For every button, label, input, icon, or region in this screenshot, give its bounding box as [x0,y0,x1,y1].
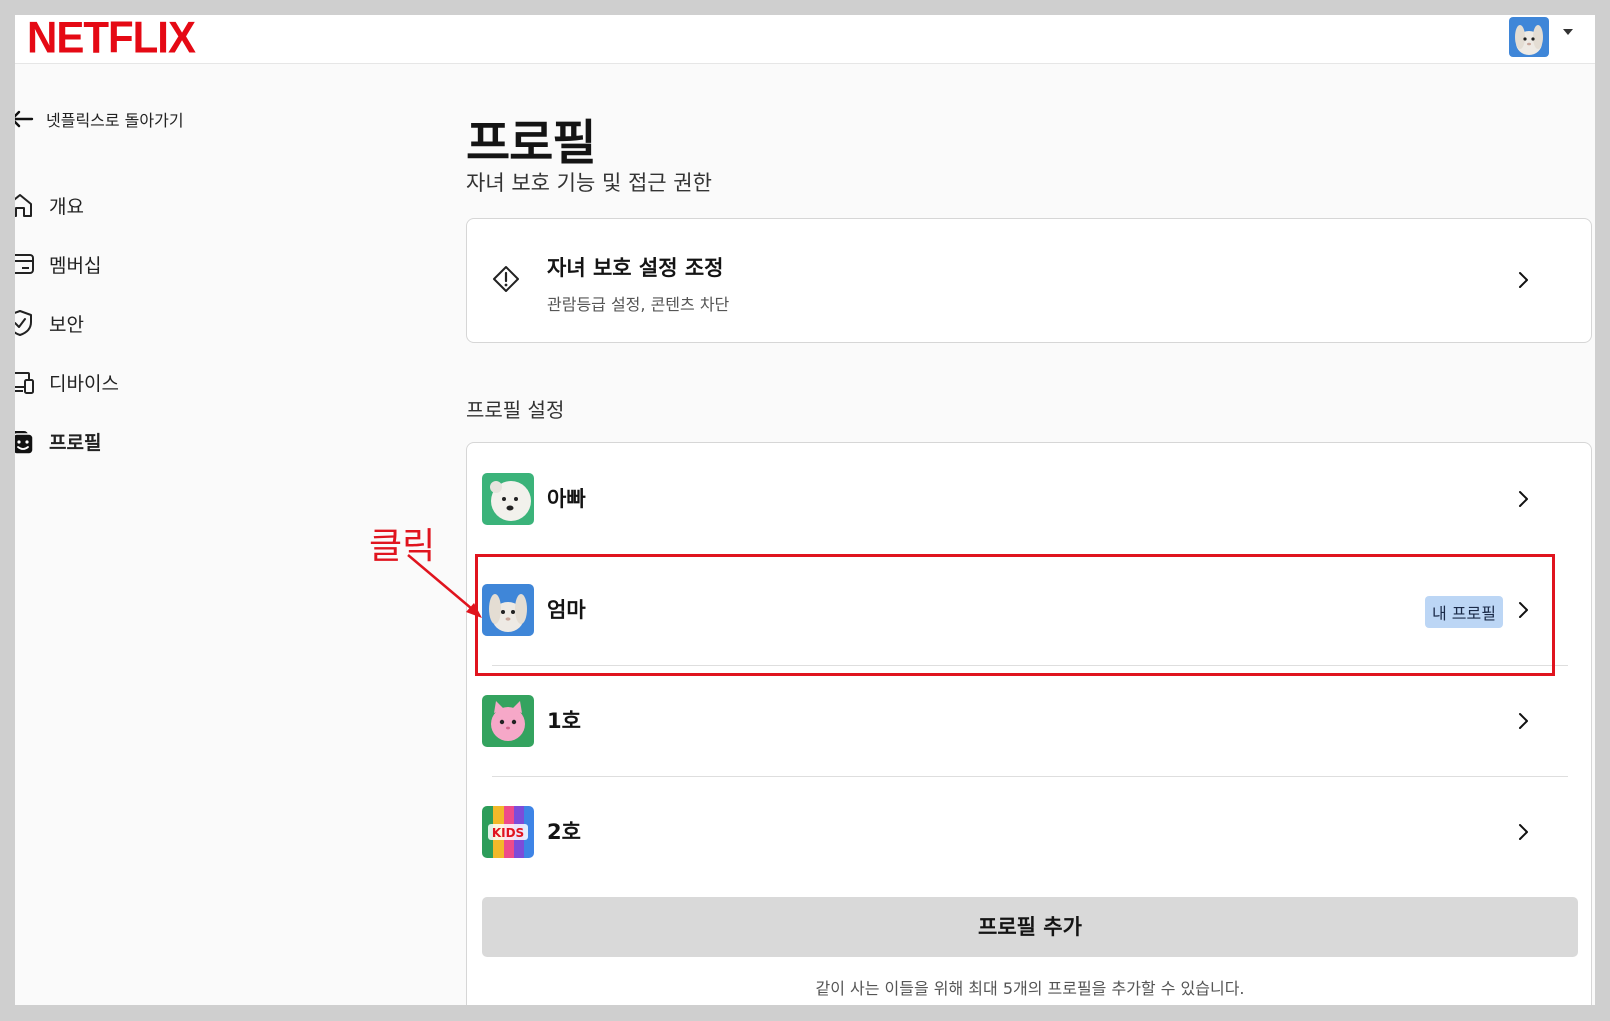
profile-name: 2호 [547,820,581,844]
devices-icon [15,372,34,394]
kids-avatar: KIDS [482,806,534,858]
page-subtitle: 자녀 보호 기능 및 접근 권한 [466,171,712,195]
profile-name: 아빠 [547,487,586,511]
chevron-right-icon [1519,824,1528,840]
back-link-label: 넷플릭스로 돌아가기 [46,111,184,130]
home-icon [15,194,32,217]
profile-row-first[interactable]: 1호 [467,665,1593,777]
bunny-avatar-icon [1509,17,1549,57]
polar-bear-avatar [482,473,534,525]
highlight-box [475,554,1555,676]
parental-controls-card[interactable]: 자녀 보호 설정 조정 관람등급 설정, 콘텐츠 차단 [466,218,1592,343]
account-caret-icon[interactable] [1563,29,1573,35]
add-profile-button[interactable]: 프로필 추가 [482,897,1578,957]
arrow-left-icon [15,110,34,128]
sidebar-item-label: 디바이스 [49,372,119,395]
profile-row-dad[interactable]: 아빠 [467,443,1593,555]
polar-bear-icon [482,473,534,525]
back-to-netflix-link[interactable]: 넷플릭스로 돌아가기 [15,107,184,131]
pink-cat-avatar [482,695,534,747]
sidebar-item-label: 프로필 [49,431,102,454]
sidebar-item-label: 멤버십 [49,254,102,277]
card-icon [15,254,34,274]
warning-octagon-icon [493,266,519,292]
netflix-logo[interactable]: NETFLIX [27,15,196,59]
profiles-card: 아빠 엄마 내 프로필 1호 KIDS 2호 프로필 추가 같이 사는 이들을 … [466,442,1592,1005]
sidebar-item-security[interactable]: 보안 [15,308,84,338]
sidebar-item-membership[interactable]: 멤버십 [15,249,101,279]
sidebar-item-overview[interactable]: 개요 [15,190,84,220]
profile-icon [15,431,34,455]
shield-icon [15,310,32,336]
profile-name: 1호 [547,709,581,733]
chevron-right-icon [1519,713,1528,729]
sidebar-item-label: 개요 [49,195,84,218]
sidebar-item-profiles[interactable]: 프로필 [15,426,101,456]
profile-settings-label: 프로필 설정 [466,398,565,422]
profile-limit-note: 같이 사는 이들을 위해 최대 5개의 프로필을 추가할 수 있습니다. [815,979,1245,998]
chevron-right-icon [1519,491,1528,507]
chevron-right-icon [1519,272,1528,288]
annotation-arrow-icon [407,554,482,618]
sidebar-item-label: 보안 [49,313,84,336]
account-page: NETFLIX 넷플릭스로 돌아가기 개요 멤버십 보안 디바이스 프로필 프로… [15,15,1595,1005]
pink-cat-icon [482,695,534,747]
account-avatar[interactable] [1509,17,1549,57]
profile-row-second[interactable]: KIDS 2호 [467,776,1593,888]
kids-icon: KIDS [482,806,534,858]
sidebar-item-devices[interactable]: 디바이스 [15,367,119,397]
parental-card-subtitle: 관람등급 설정, 콘텐츠 차단 [547,295,730,314]
page-title: 프로필 [466,115,596,171]
top-bar: NETFLIX [15,15,1595,64]
svg-text:KIDS: KIDS [492,826,524,840]
parental-card-title: 자녀 보호 설정 조정 [547,256,724,280]
